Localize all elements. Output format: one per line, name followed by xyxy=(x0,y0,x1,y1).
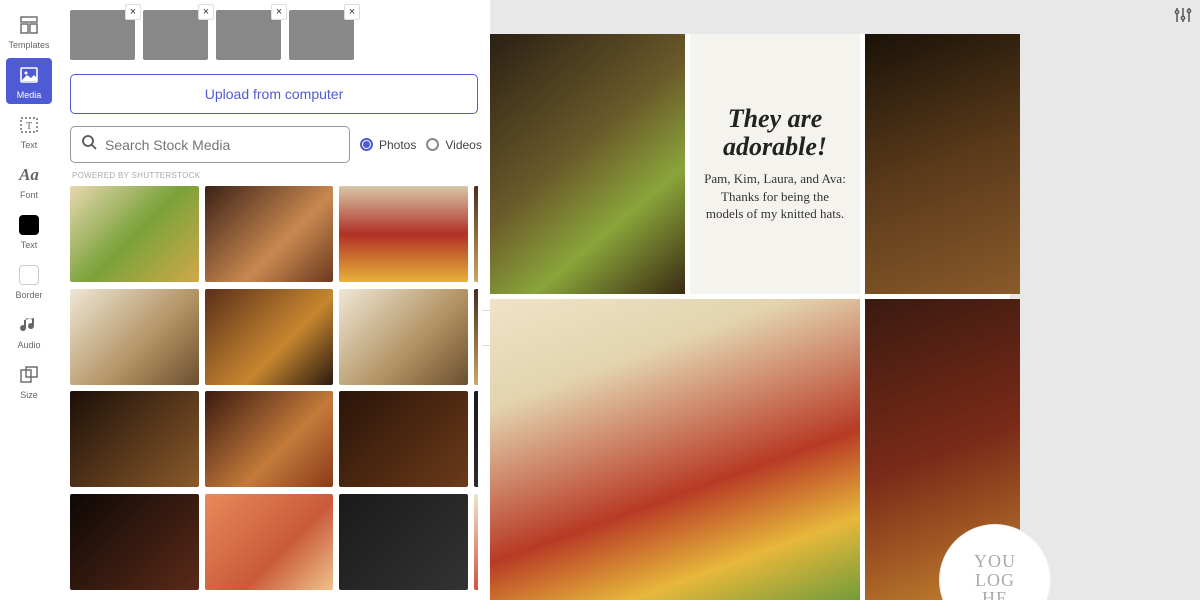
search-icon xyxy=(81,134,97,155)
stock-thumb[interactable] xyxy=(339,494,468,590)
collage-text-tile[interactable]: They are adorable! Pam, Kim, Laura, and … xyxy=(690,34,860,294)
audio-icon xyxy=(18,314,40,336)
selected-media-row: × × × × xyxy=(70,10,478,60)
remove-icon[interactable]: × xyxy=(198,4,214,20)
stock-thumb[interactable] xyxy=(205,494,334,590)
nav-font[interactable]: Aa Font xyxy=(6,158,52,204)
stock-thumb[interactable] xyxy=(205,289,334,385)
nav-label: Text xyxy=(21,140,38,150)
nav-text-tool[interactable]: T Text xyxy=(6,108,52,154)
sliders-icon xyxy=(1174,11,1192,28)
stock-thumb[interactable] xyxy=(70,494,199,590)
remove-icon[interactable]: × xyxy=(344,4,360,20)
selected-thumb[interactable]: × xyxy=(289,10,354,60)
nav-size[interactable]: Size xyxy=(6,358,52,404)
stock-thumb[interactable] xyxy=(205,391,334,487)
canvas-area: They are adorable! Pam, Kim, Laura, and … xyxy=(490,0,1200,600)
nav-templates[interactable]: Templates xyxy=(6,8,52,54)
upload-button[interactable]: Upload from computer xyxy=(70,74,478,114)
selected-thumb[interactable]: × xyxy=(70,10,135,60)
radio-label: Videos xyxy=(445,138,481,152)
collage-tile[interactable] xyxy=(490,299,860,600)
collage-tile[interactable] xyxy=(865,34,1020,294)
nav-label: Font xyxy=(20,190,38,200)
stock-thumb[interactable] xyxy=(474,289,478,385)
selected-thumb[interactable]: × xyxy=(216,10,281,60)
radio-icon xyxy=(426,138,439,151)
text-color-swatch-icon xyxy=(18,214,40,236)
stock-thumb[interactable] xyxy=(474,494,478,590)
nav-border[interactable]: Border xyxy=(6,258,52,304)
nav-label: Border xyxy=(15,290,42,300)
canvas-settings-button[interactable] xyxy=(1174,6,1192,28)
stock-thumb[interactable] xyxy=(474,186,478,282)
powered-by-label: POWERED BY SHUTTERSTOCK xyxy=(72,171,478,180)
templates-icon xyxy=(18,14,40,36)
text-tool-icon: T xyxy=(18,114,40,136)
stock-thumb[interactable] xyxy=(205,186,334,282)
radio-label: Photos xyxy=(379,138,416,152)
stock-thumb[interactable] xyxy=(339,391,468,487)
stock-thumb[interactable] xyxy=(70,289,199,385)
svg-text:T: T xyxy=(26,121,32,132)
collage-canvas[interactable]: They are adorable! Pam, Kim, Laura, and … xyxy=(490,34,1010,600)
radio-photos[interactable]: Photos xyxy=(360,138,416,152)
search-input[interactable] xyxy=(105,137,339,153)
nav-label: Templates xyxy=(8,40,49,50)
collage-body-text: Pam, Kim, Laura, and Ava: Thanks for bei… xyxy=(702,170,848,223)
size-icon xyxy=(18,364,40,386)
stock-media-grid xyxy=(70,186,478,600)
nav-text-color[interactable]: Text xyxy=(6,208,52,254)
logo-placeholder-badge[interactable]: YOU LOG HE xyxy=(940,525,1050,600)
nav-audio[interactable]: Audio xyxy=(6,308,52,354)
remove-icon[interactable]: × xyxy=(271,4,287,20)
stock-thumb[interactable] xyxy=(339,289,468,385)
collage-headline: They are adorable! xyxy=(702,105,848,160)
collage-tile[interactable] xyxy=(490,34,685,294)
remove-icon[interactable]: × xyxy=(125,4,141,20)
stock-thumb[interactable] xyxy=(339,186,468,282)
media-panel: × × × × Upload from computer Photos Vide… xyxy=(58,0,490,600)
sidebar-nav: Templates Media T Text Aa Font Text Bord… xyxy=(0,0,58,600)
font-icon: Aa xyxy=(18,164,40,186)
stock-thumb[interactable] xyxy=(70,186,199,282)
radio-icon xyxy=(360,138,373,151)
search-box[interactable] xyxy=(70,126,350,163)
nav-label: Media xyxy=(17,90,42,100)
nav-media[interactable]: Media xyxy=(6,58,52,104)
nav-label: Audio xyxy=(17,340,40,350)
nav-label: Text xyxy=(21,240,38,250)
selected-thumb[interactable]: × xyxy=(143,10,208,60)
nav-label: Size xyxy=(20,390,38,400)
radio-videos[interactable]: Videos xyxy=(426,138,481,152)
search-row: Photos Videos xyxy=(70,126,478,163)
media-icon xyxy=(18,64,40,86)
collage-tile[interactable]: YOU LOG HE xyxy=(865,299,1020,600)
stock-thumb[interactable] xyxy=(474,391,478,487)
stock-thumb[interactable] xyxy=(70,391,199,487)
border-icon xyxy=(18,264,40,286)
